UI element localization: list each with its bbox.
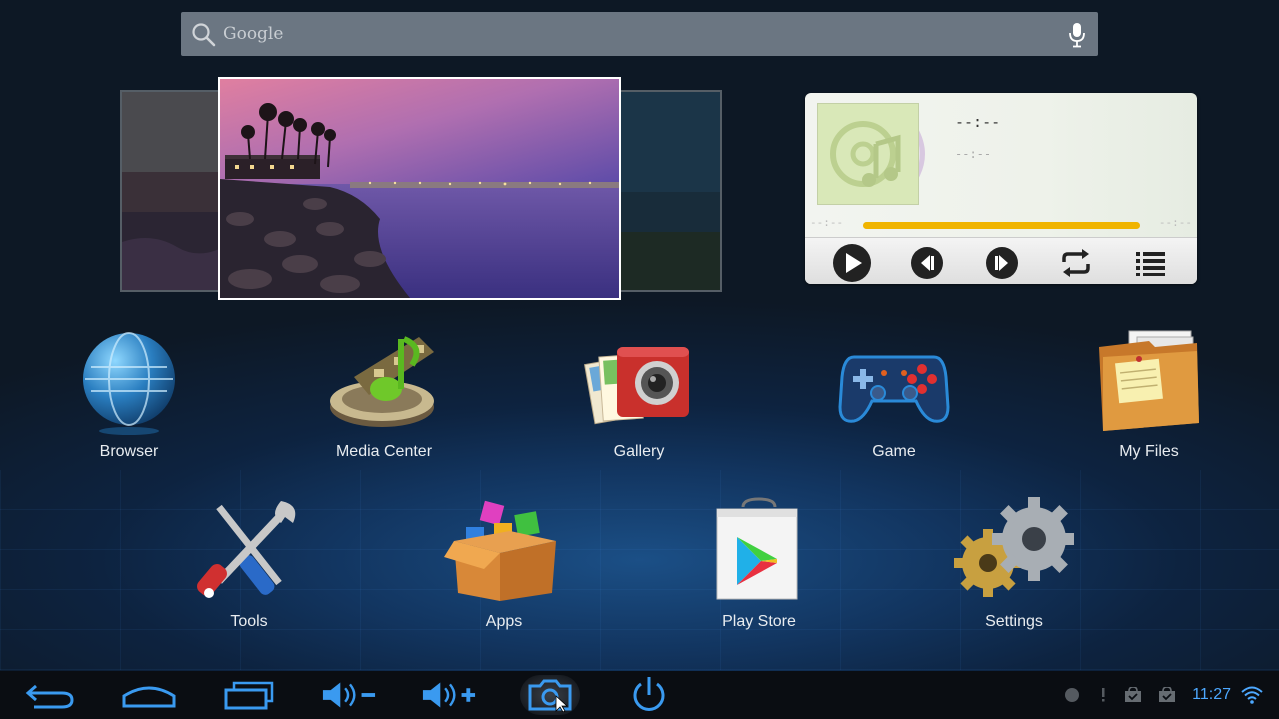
photo-current[interactable] [218,77,621,300]
album-art [817,103,919,205]
progress-bar[interactable] [863,222,1140,229]
recent-apps-button[interactable] [221,675,277,715]
player-controls [805,237,1197,284]
track-artist: --:-- [955,147,992,161]
app-gallery[interactable]: Gallery [549,327,729,461]
app-label: Play Store [722,613,796,630]
gamepad-icon [838,355,950,423]
app-box-icon [444,500,556,601]
status-area[interactable]: 11:27 [1064,671,1279,719]
repeat-button[interactable] [1056,246,1096,280]
microphone-icon[interactable] [1068,22,1086,48]
playlist-button[interactable] [1131,246,1171,280]
app-label: Gallery [613,443,665,460]
recent-apps-icon [224,681,274,710]
playlist-icon [1136,252,1165,276]
repeat-icon [1062,249,1090,277]
system-bar: 11:27 [0,671,1279,719]
media-center-icon [330,336,434,427]
photo-previous[interactable] [120,90,234,292]
previous-icon [911,247,943,279]
volume-down-icon [322,682,376,708]
volume-down-button[interactable] [321,675,377,715]
alert-icon [1102,688,1105,702]
notification-bag-icon [1159,687,1176,702]
next-icon [986,247,1018,279]
tools-icon [197,501,296,598]
app-label: My Files [1119,443,1179,460]
back-icon [25,684,74,709]
next-button[interactable] [982,246,1022,280]
camera-icon [584,347,689,425]
search-bar[interactable] [181,12,1098,56]
globe-icon [83,332,175,435]
photo-next[interactable] [612,90,722,292]
status-clock: 11:27 [1192,686,1231,703]
music-player-widget: --:-- --:-- --:-- --:-- [805,93,1197,284]
folder-icon [1099,330,1199,431]
power-icon [633,677,665,711]
app-media-center[interactable]: Media Center [294,327,474,461]
previous-button[interactable] [907,246,947,280]
camera-icon [528,679,572,712]
notification-bag-icon [1125,687,1142,702]
app-my-files[interactable]: My Files [1059,327,1239,461]
app-label: Game [872,443,916,460]
wifi-icon [1241,686,1263,704]
app-label: Tools [230,613,268,630]
home-button[interactable] [121,675,177,715]
track-title: --:-- [955,113,1001,131]
play-icon [833,244,871,282]
power-button[interactable] [621,675,677,715]
search-input[interactable] [223,20,1043,48]
app-label: Media Center [335,443,433,460]
app-label: Browser [99,443,159,460]
app-game[interactable]: Game [804,327,984,461]
time-elapsed: --:-- [810,216,844,229]
record-indicator-icon [1065,688,1080,702]
volume-up-button[interactable] [421,675,477,715]
search-icon [192,23,216,47]
volume-up-icon [422,682,476,708]
app-play-store[interactable]: Play Store [669,497,849,631]
progress-fill [863,222,1140,229]
app-browser[interactable]: Browser [39,327,219,461]
play-button[interactable] [832,244,872,282]
back-button[interactable] [21,675,77,715]
play-store-icon [716,497,798,600]
app-apps[interactable]: Apps [414,497,594,631]
app-tools[interactable]: Tools [159,497,339,631]
gear-icon [954,497,1076,597]
app-settings[interactable]: Settings [924,497,1104,631]
screenshot-button[interactable] [520,675,580,715]
app-label: Apps [485,613,523,630]
time-total: --:-- [1158,216,1192,229]
app-label: Settings [985,613,1043,630]
home-icon [122,686,176,708]
